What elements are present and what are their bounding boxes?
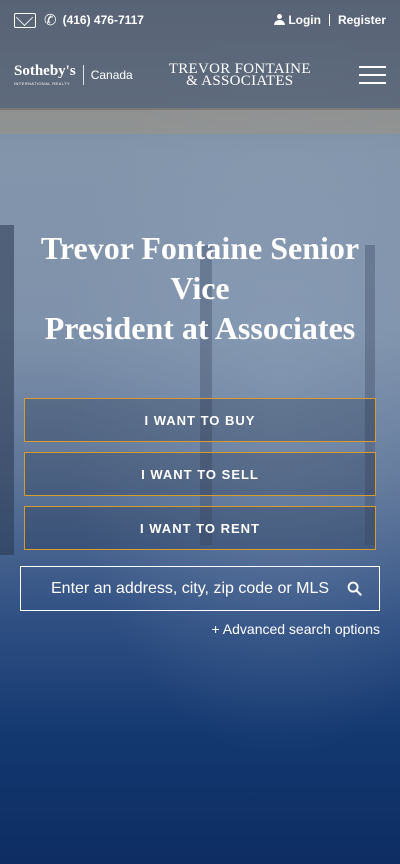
search-bar (20, 566, 380, 611)
sothebys-region: Canada (90, 68, 133, 82)
buy-button[interactable]: I WANT TO BUY (24, 398, 376, 442)
logo-divider (82, 65, 84, 85)
hero-title-line: Vice (170, 270, 230, 306)
menu-bar (359, 82, 386, 84)
top-bar: ✆ (416) 476-7117 Login Register (0, 0, 400, 40)
mail-icon[interactable] (14, 12, 36, 28)
phone-number[interactable]: (416) 476-7117 (63, 13, 144, 27)
menu-bar (359, 74, 386, 76)
search-button[interactable] (329, 567, 379, 610)
divider (328, 14, 330, 26)
sothebys-logo[interactable]: Sotheby's INTERNATIONAL REALTY Canada (14, 63, 133, 87)
hero-title: Trevor Fontaine Senior Vice President at… (0, 228, 400, 348)
search-icon (347, 581, 362, 596)
search-input[interactable] (51, 579, 329, 598)
hero-title-line: President at Associates (44, 310, 356, 346)
user-icon (274, 14, 286, 25)
sothebys-subtitle: INTERNATIONAL REALTY (14, 81, 70, 86)
phone-icon: ✆ (44, 12, 57, 29)
rent-button[interactable]: I WANT TO RENT (24, 506, 376, 550)
account-links: Login Register (274, 13, 386, 27)
background-beam (0, 108, 400, 134)
sothebys-name: Sotheby's (14, 63, 76, 79)
hero-title-line: Trevor Fontaine Senior (40, 230, 360, 266)
register-link[interactable]: Register (338, 13, 386, 27)
menu-icon[interactable] (359, 66, 386, 84)
login-label: Login (288, 13, 321, 27)
logo-bar: Sotheby's INTERNATIONAL REALTY Canada TR… (0, 50, 400, 100)
brand-line-2: & ASSOCIATES (186, 73, 294, 89)
brand-logo[interactable]: TREVOR FONTAINE & ASSOCIATES (169, 62, 311, 89)
login-link[interactable]: Login (274, 13, 321, 27)
page: ✆ (416) 476-7117 Login Register Sotheby'… (0, 0, 400, 864)
sell-button[interactable]: I WANT TO SELL (24, 452, 376, 496)
menu-bar (359, 66, 386, 68)
advanced-search-link[interactable]: + Advanced search options (211, 621, 380, 637)
